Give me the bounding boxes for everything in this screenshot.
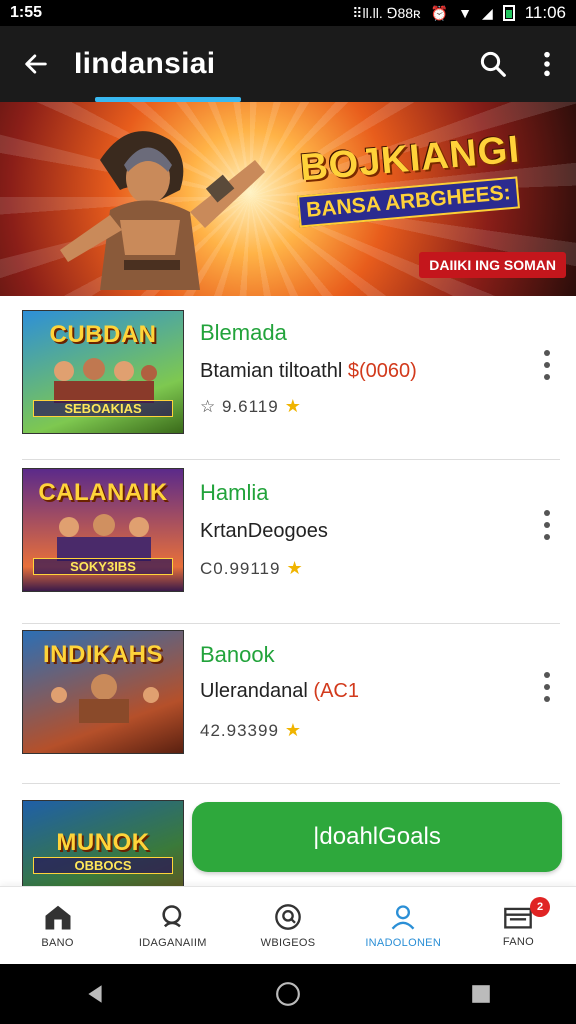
thumbnail-subtitle: SOKY3IBS (33, 558, 173, 575)
game-thumbnail: MUNOK OBBOCS (22, 800, 184, 886)
game-subtitle: KrtanDeogoes (200, 520, 328, 542)
nav-label: FANO (502, 935, 534, 948)
back-button[interactable] (0, 50, 72, 78)
status-clock: 11:06 (524, 3, 566, 22)
character-figures (57, 514, 151, 561)
notification-badge: 2 (530, 897, 551, 917)
character-figures (54, 358, 157, 403)
character-figures (51, 674, 159, 723)
home-icon (45, 905, 71, 929)
search-icon (480, 51, 506, 77)
wifi-icon: ▼ (458, 5, 472, 21)
game-subtitle: Btamian tiltoathl $(0060) (200, 360, 417, 382)
game-title: Banook (200, 642, 275, 667)
game-title: Hamlia (200, 480, 269, 505)
list-item[interactable]: INDIKAHS Banook Ulerandanal (AC1 42.9339… (0, 620, 576, 784)
system-navigation-bar (0, 964, 576, 1024)
more-options-button[interactable] (538, 350, 556, 380)
nav-item-profile[interactable]: INADOLONEN (346, 887, 461, 964)
star-icon: ★ (286, 558, 304, 578)
nav-item-inbox[interactable]: 2 FANO (461, 887, 576, 964)
status-bar: 1:55 ⠿ll.ll. ⅁88ʀ ⏰ ▼ ◢ 11:06 (0, 0, 576, 26)
game-rating: ☆ 9.6119 ★ (200, 396, 302, 416)
nav-label: INADOLONEN (365, 936, 442, 949)
nav-item-videos[interactable]: WBIGEOS (230, 887, 345, 964)
app-bar: Iindansiai (0, 26, 576, 102)
more-options-button[interactable] (538, 672, 556, 702)
recents-square-icon[interactable] (470, 983, 492, 1005)
alarm-icon: ⏰ (430, 4, 449, 21)
search-icon (162, 904, 182, 927)
network-status: ⠿ll.ll. ⅁88ʀ (352, 4, 421, 21)
star-icon: ★ (284, 720, 303, 740)
game-title: Blemada (200, 320, 287, 345)
page-title: Iindansiai (74, 47, 216, 80)
inbox-icon (504, 907, 533, 929)
nav-item-search[interactable]: IDAGANAIIM (115, 887, 230, 964)
back-triangle-icon[interactable] (84, 983, 106, 1005)
more-vertical-icon (544, 51, 550, 77)
signal-icon: ◢ (481, 4, 493, 21)
battery-icon (502, 5, 515, 21)
thumbnail-subtitle: OBBOCS (33, 857, 173, 874)
thumbnail-subtitle: SEBOAKIAS (33, 400, 173, 417)
arrow-left-icon (25, 54, 47, 74)
list-item[interactable]: CALANAIK SOKY3IBS Hamlia KrtanDeogoes C0… (0, 460, 576, 624)
game-thumbnail: CUBDAN SEBOAKIAS (22, 310, 184, 434)
game-thumbnail: INDIKAHS (22, 630, 184, 754)
search-circle-icon (275, 903, 301, 930)
cta-button[interactable]: |doahlGoals (192, 802, 562, 872)
game-rating: 42.93399 ★ (200, 720, 303, 740)
thumbnail-title: INDIKAHS (42, 641, 163, 668)
home-circle-icon[interactable] (275, 981, 301, 1007)
star-icon: ★ (284, 396, 302, 416)
status-time: 1:55 (10, 4, 43, 21)
more-options-button[interactable] (538, 510, 556, 540)
thumbnail-title: CALANAIK (38, 479, 168, 506)
banner-tag: DAIIKI ING SOMAN (419, 252, 566, 278)
search-button[interactable] (478, 49, 508, 79)
game-subtitle: Ulerandanal (AC1 (200, 680, 359, 702)
game-rating: C0.99119 ★ (200, 558, 304, 578)
bottom-navigation: BANO IDAGANAIIM WBIGEOS INADOLONEN 2 FAN… (0, 886, 576, 964)
nav-label: WBIGEOS (260, 936, 316, 949)
list-item[interactable]: CUBDAN SEBOAKIAS Blemada Btamian tiltoat… (0, 296, 576, 460)
nav-label: BANO (41, 936, 74, 949)
thumbnail-title: CUBDAN (49, 321, 157, 348)
nav-label: IDAGANAIIM (138, 936, 207, 949)
overflow-menu-button[interactable] (542, 50, 552, 78)
thumbnail-title: MUNOK (56, 829, 150, 856)
profile-icon (391, 904, 415, 929)
hero-character-illustration (60, 131, 265, 290)
nav-item-home[interactable]: BANO (0, 887, 115, 964)
promo-banner[interactable]: BOJKIANGI BANSA ARBGHEES: DAIIKI ING SOM… (0, 102, 576, 296)
game-thumbnail: CALANAIK SOKY3IBS (22, 468, 184, 592)
